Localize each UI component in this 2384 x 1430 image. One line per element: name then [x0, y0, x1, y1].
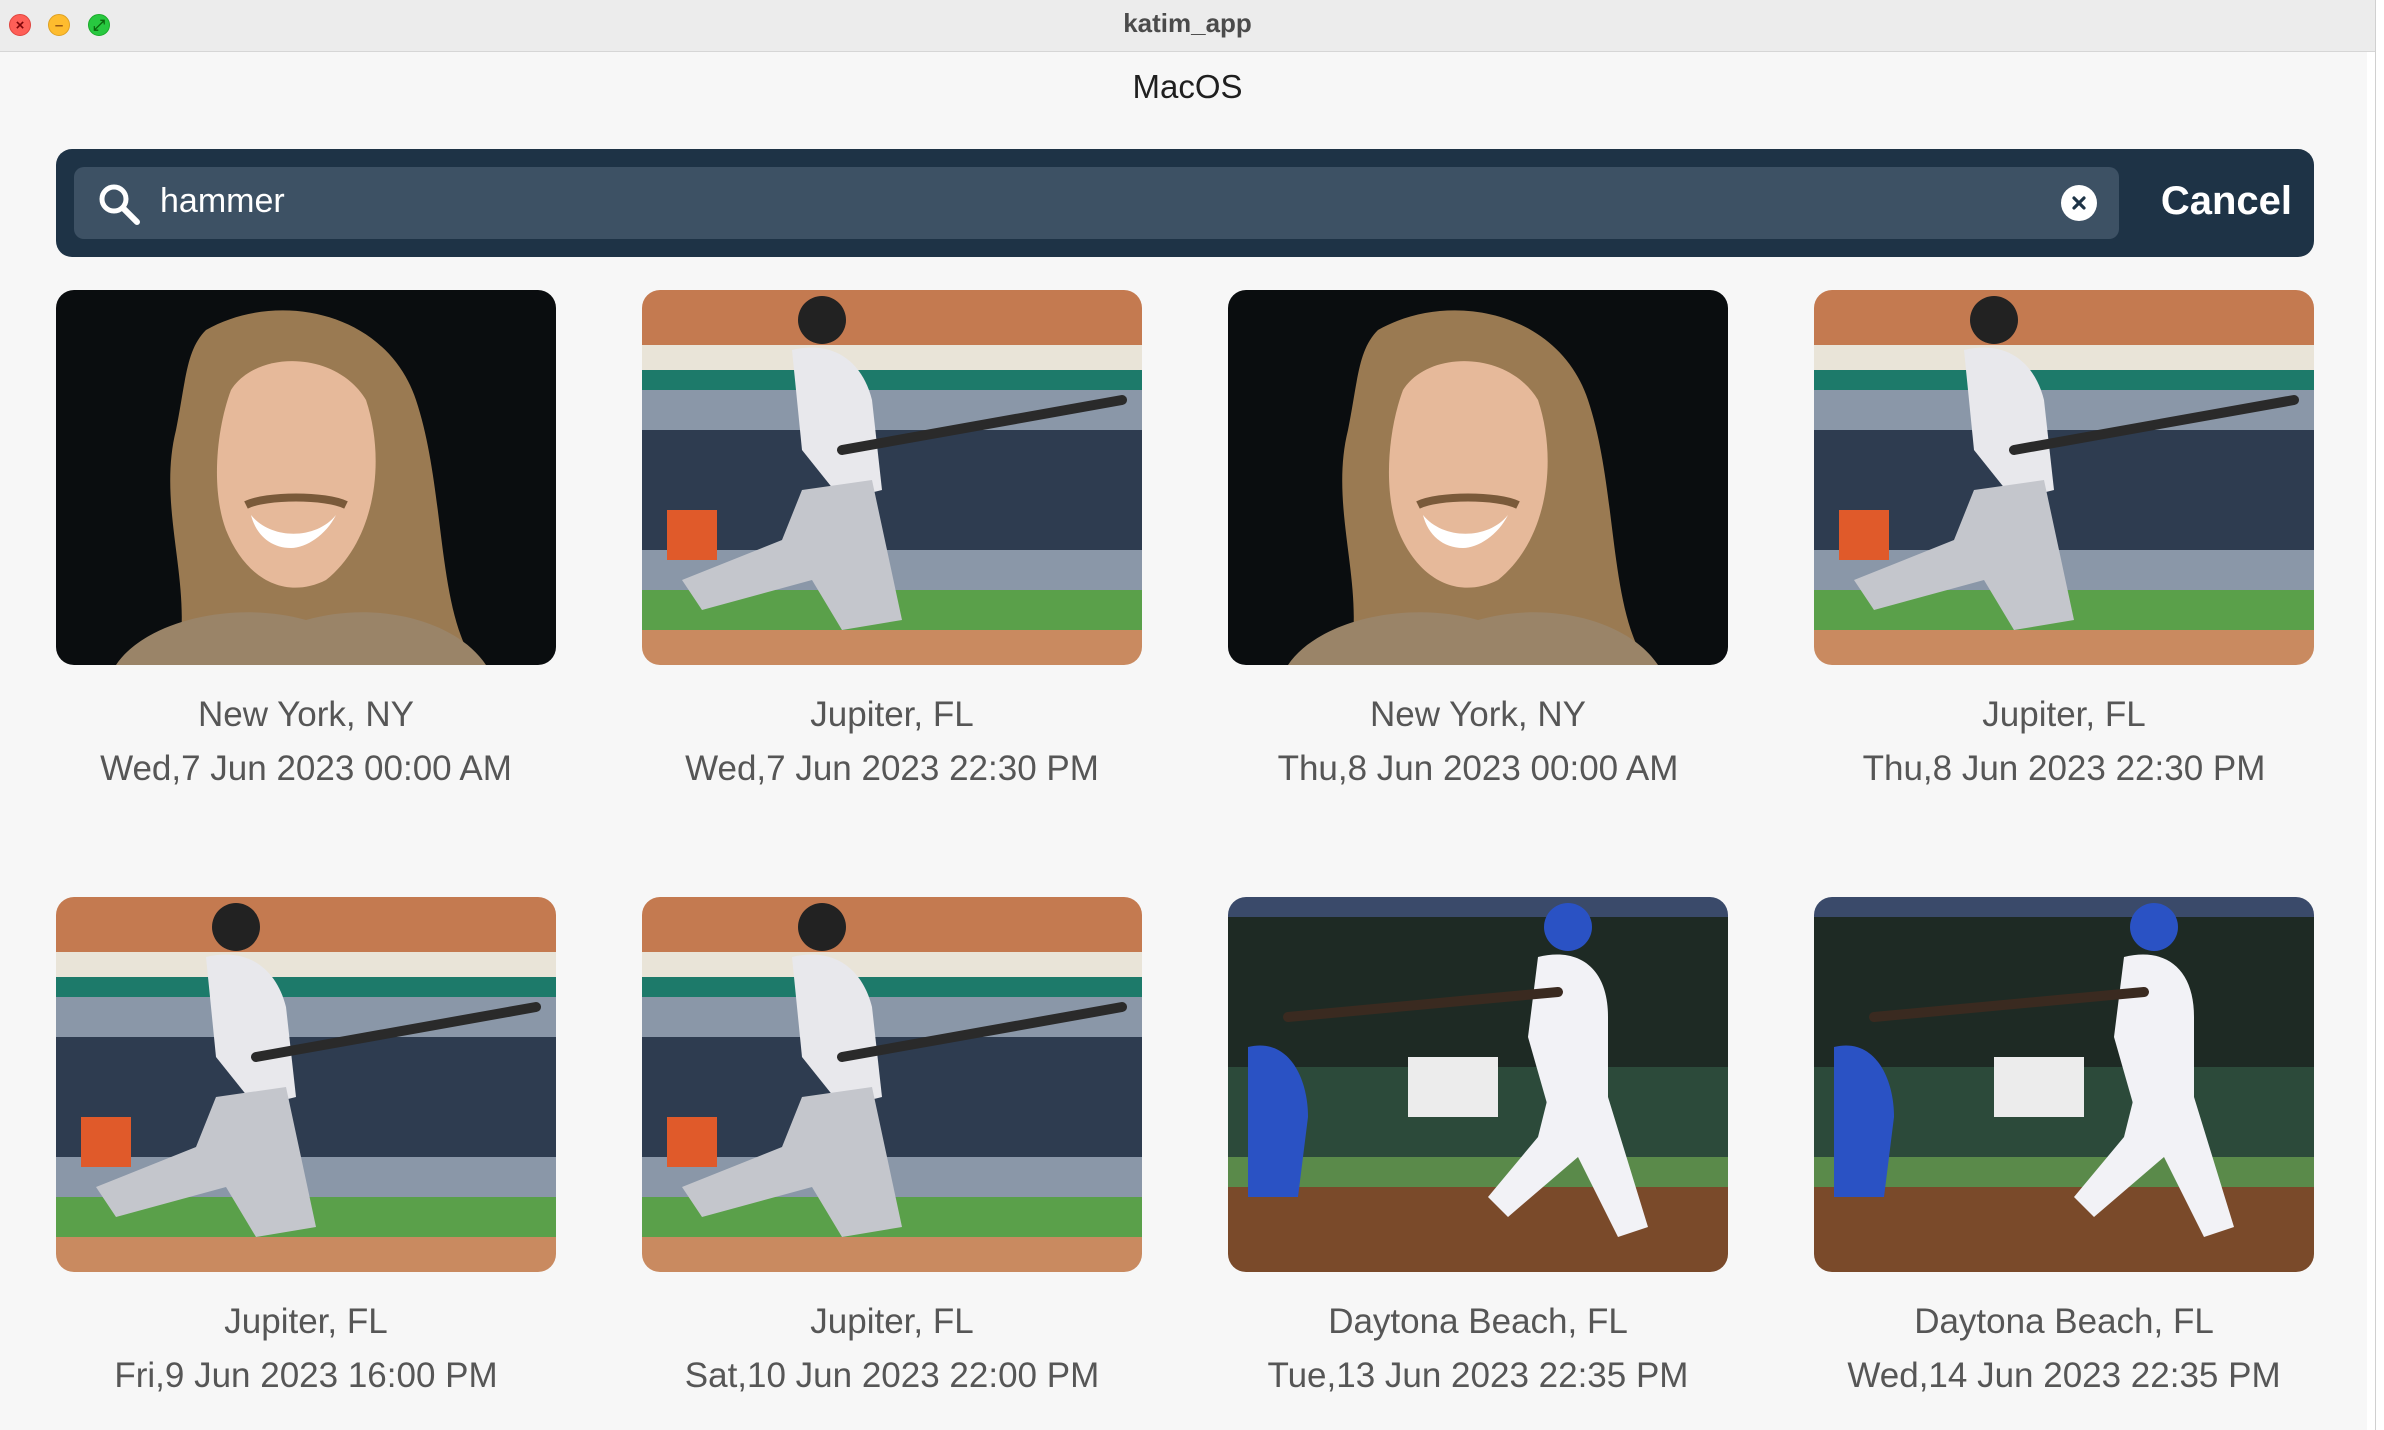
photo-thumbnail[interactable] [56, 897, 556, 1272]
photo-location: Daytona Beach, FL [1914, 1302, 2214, 1341]
photo-thumbnail[interactable] [56, 290, 556, 665]
photo-thumbnail[interactable] [1228, 290, 1728, 665]
photo-location: New York, NY [198, 695, 414, 734]
photo-date: Fri,9 Jun 2023 16:00 PM [114, 1356, 498, 1395]
photo-location: New York, NY [1370, 695, 1586, 734]
result-card[interactable]: Daytona Beach, FL Tue,13 Jun 2023 22:35 … [1228, 897, 1728, 1396]
baseball-image [642, 290, 1142, 665]
photo-thumbnail[interactable] [1228, 897, 1728, 1272]
photo-date: Sat,10 Jun 2023 22:00 PM [684, 1356, 1100, 1395]
result-card[interactable]: New York, NY Thu,8 Jun 2023 00:00 AM [1228, 290, 1728, 789]
photo-thumbnail[interactable] [642, 290, 1142, 665]
search-input[interactable] [160, 173, 2020, 229]
search-icon [99, 184, 140, 225]
photo-date: Wed,7 Jun 2023 00:00 AM [100, 749, 512, 788]
result-card[interactable]: New York, NY Wed,7 Jun 2023 00:00 AM [56, 290, 556, 789]
search-bar: Cancel [56, 149, 2314, 257]
baseball-image [1814, 290, 2314, 665]
result-card[interactable]: Jupiter, FL Wed,7 Jun 2023 22:30 PM [642, 290, 1142, 789]
portrait-image [1228, 290, 1728, 665]
app-window: × – ⤢ katim_app MacOS Cancel [0, 0, 2376, 1430]
page-title: MacOS [1132, 68, 1243, 105]
cancel-button[interactable]: Cancel [2161, 179, 2292, 224]
photo-location: Jupiter, FL [1982, 695, 2146, 734]
photo-thumbnail[interactable] [1814, 897, 2314, 1272]
photo-date: Thu,8 Jun 2023 00:00 AM [1277, 749, 1679, 788]
result-card[interactable]: Jupiter, FL Fri,9 Jun 2023 16:00 PM [56, 897, 556, 1396]
photo-thumbnail[interactable] [1814, 290, 2314, 665]
title-bar: × – ⤢ katim_app [0, 0, 2375, 52]
search-field[interactable] [74, 167, 2119, 239]
photo-date: Tue,13 Jun 2023 22:35 PM [1267, 1356, 1689, 1395]
photo-thumbnail[interactable] [642, 897, 1142, 1272]
window-title: katim_app [1123, 8, 1252, 38]
result-card[interactable]: Jupiter, FL Thu,8 Jun 2023 22:30 PM [1814, 290, 2314, 789]
photo-location: Daytona Beach, FL [1328, 1302, 1628, 1341]
window-edge [2367, 52, 2375, 1430]
portrait-image [56, 290, 556, 665]
photo-location: Jupiter, FL [810, 695, 974, 734]
baseball-image [1814, 897, 2314, 1272]
photo-date: Wed,7 Jun 2023 22:30 PM [685, 749, 1099, 788]
photo-location: Jupiter, FL [810, 1302, 974, 1341]
baseball-image [56, 897, 556, 1272]
photo-date: Wed,14 Jun 2023 22:35 PM [1847, 1356, 2281, 1395]
clear-search-icon[interactable] [2061, 185, 2097, 221]
baseball-image [642, 897, 1142, 1272]
photo-location: Jupiter, FL [224, 1302, 388, 1341]
result-card[interactable]: Jupiter, FL Sat,10 Jun 2023 22:00 PM [642, 897, 1142, 1396]
photo-date: Thu,8 Jun 2023 22:30 PM [1862, 749, 2266, 788]
result-card[interactable]: Daytona Beach, FL Wed,14 Jun 2023 22:35 … [1814, 897, 2314, 1396]
baseball-image [1228, 897, 1728, 1272]
